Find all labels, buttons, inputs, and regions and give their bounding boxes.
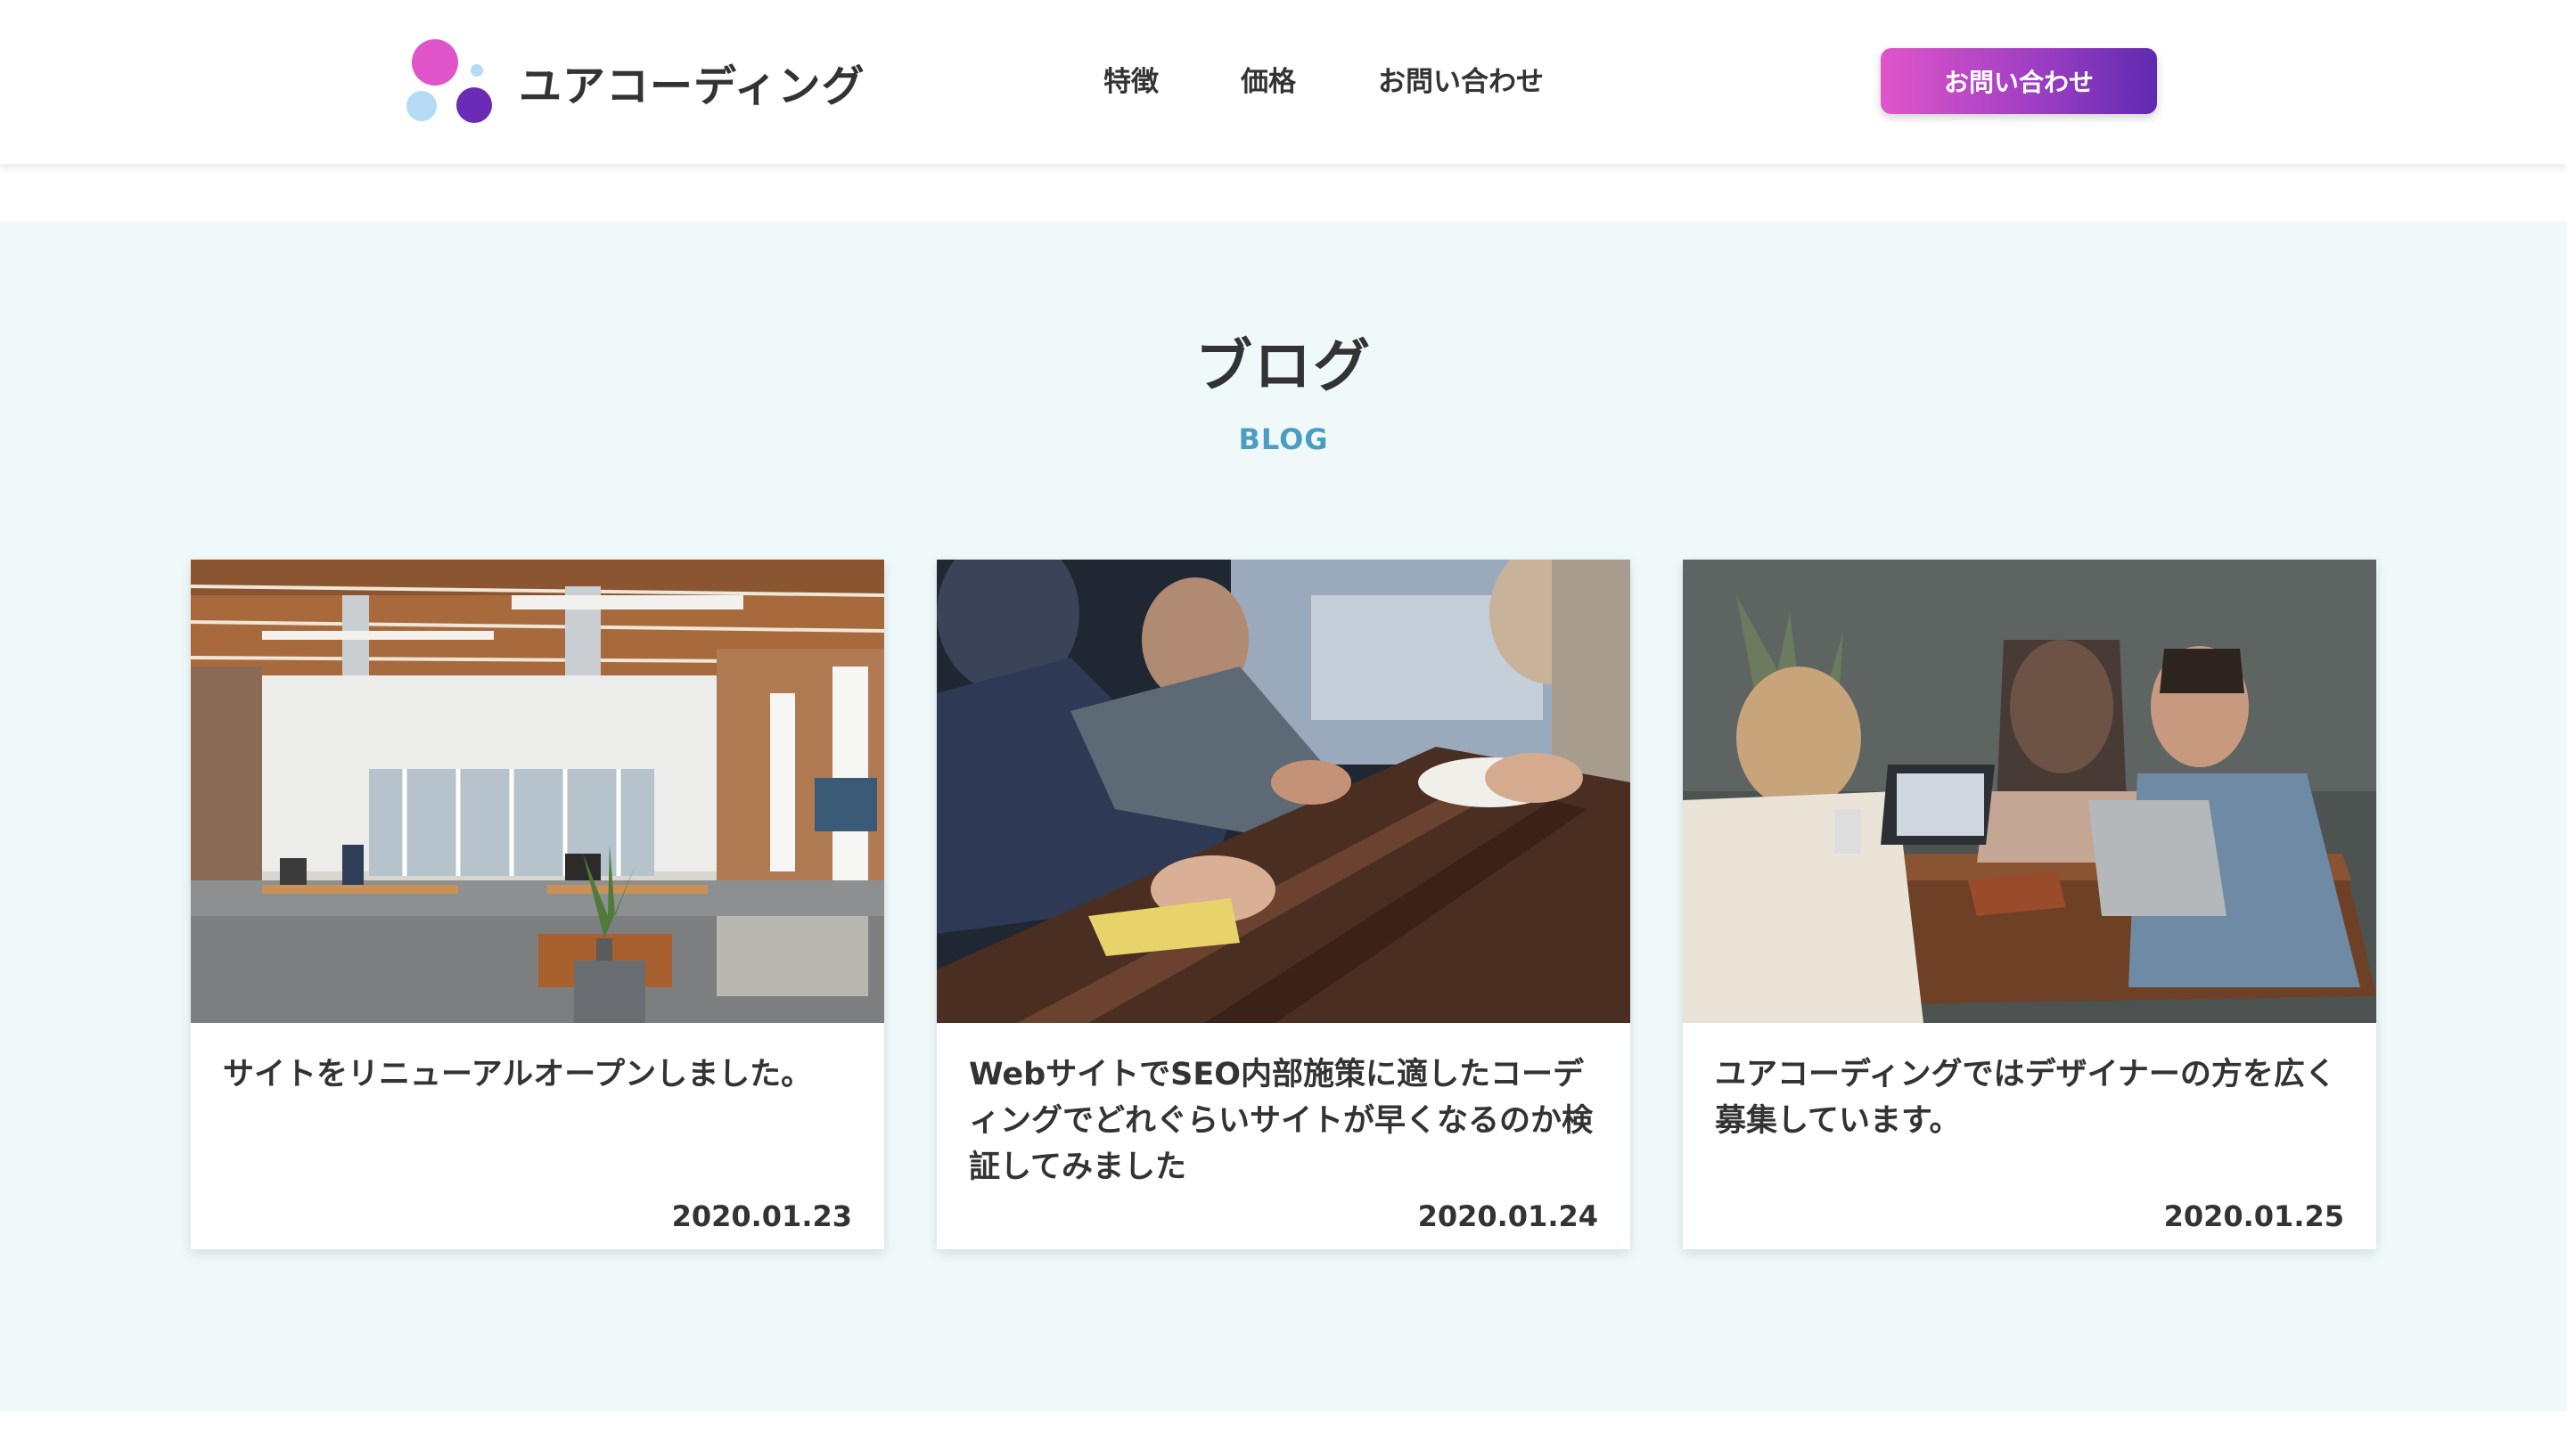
card-title: WebサイトでSEO内部施策に適したコーディングでどれぐらいサイトが早くなるのか… [969,1057,1594,1185]
logo-text: ユアコーディング [519,61,865,111]
logo-dot-small [471,64,483,77]
nav-item-pricing[interactable]: 価格 [1241,59,1296,99]
card-date: 2020.01.24 [1417,1199,1598,1233]
main-nav: 特徴 価格 お問い合わせ [1103,59,1544,99]
office-interior-photo [191,560,884,1023]
nav-item-contact[interactable]: お問い合わせ [1378,59,1544,99]
logo-dot-pink [412,39,458,86]
contact-button[interactable]: お問い合わせ [1881,48,2157,114]
section-subtitle: BLOG [1238,422,1329,456]
card-title: サイトをリニューアルオープンしました。 [223,1057,813,1092]
card-date: 2020.01.25 [2163,1199,2344,1233]
meeting-table-photo [937,560,1630,1023]
blog-section: ブログ BLOG サイトをリニューアルオープンしました。 2020.01.23 … [0,221,2567,1411]
logo[interactable]: ユアコーディング [406,39,865,125]
nav-item-features[interactable]: 特徴 [1103,59,1159,99]
card-date: 2020.01.23 [671,1199,852,1233]
blog-card[interactable]: ユアコーディングではデザイナーの方を広く募集しています。 2020.01.25 [1683,560,2376,1249]
cafe-laptops-photo [1683,560,2376,1023]
blog-card[interactable]: サイトをリニューアルオープンしました。 2020.01.23 [191,560,884,1249]
section-title: ブログ [1195,334,1372,400]
logo-dot-purple [456,87,492,123]
card-title: ユアコーディングではデザイナーの方を広く募集しています。 [1715,1057,2336,1139]
logo-icon [406,39,492,125]
logo-dot-blue [406,91,437,121]
blog-card[interactable]: WebサイトでSEO内部施策に適したコーディングでどれぐらいサイトが早くなるのか… [937,560,1630,1249]
site-header: ユアコーディング 特徴 価格 お問い合わせ お問い合わせ [0,0,2567,164]
